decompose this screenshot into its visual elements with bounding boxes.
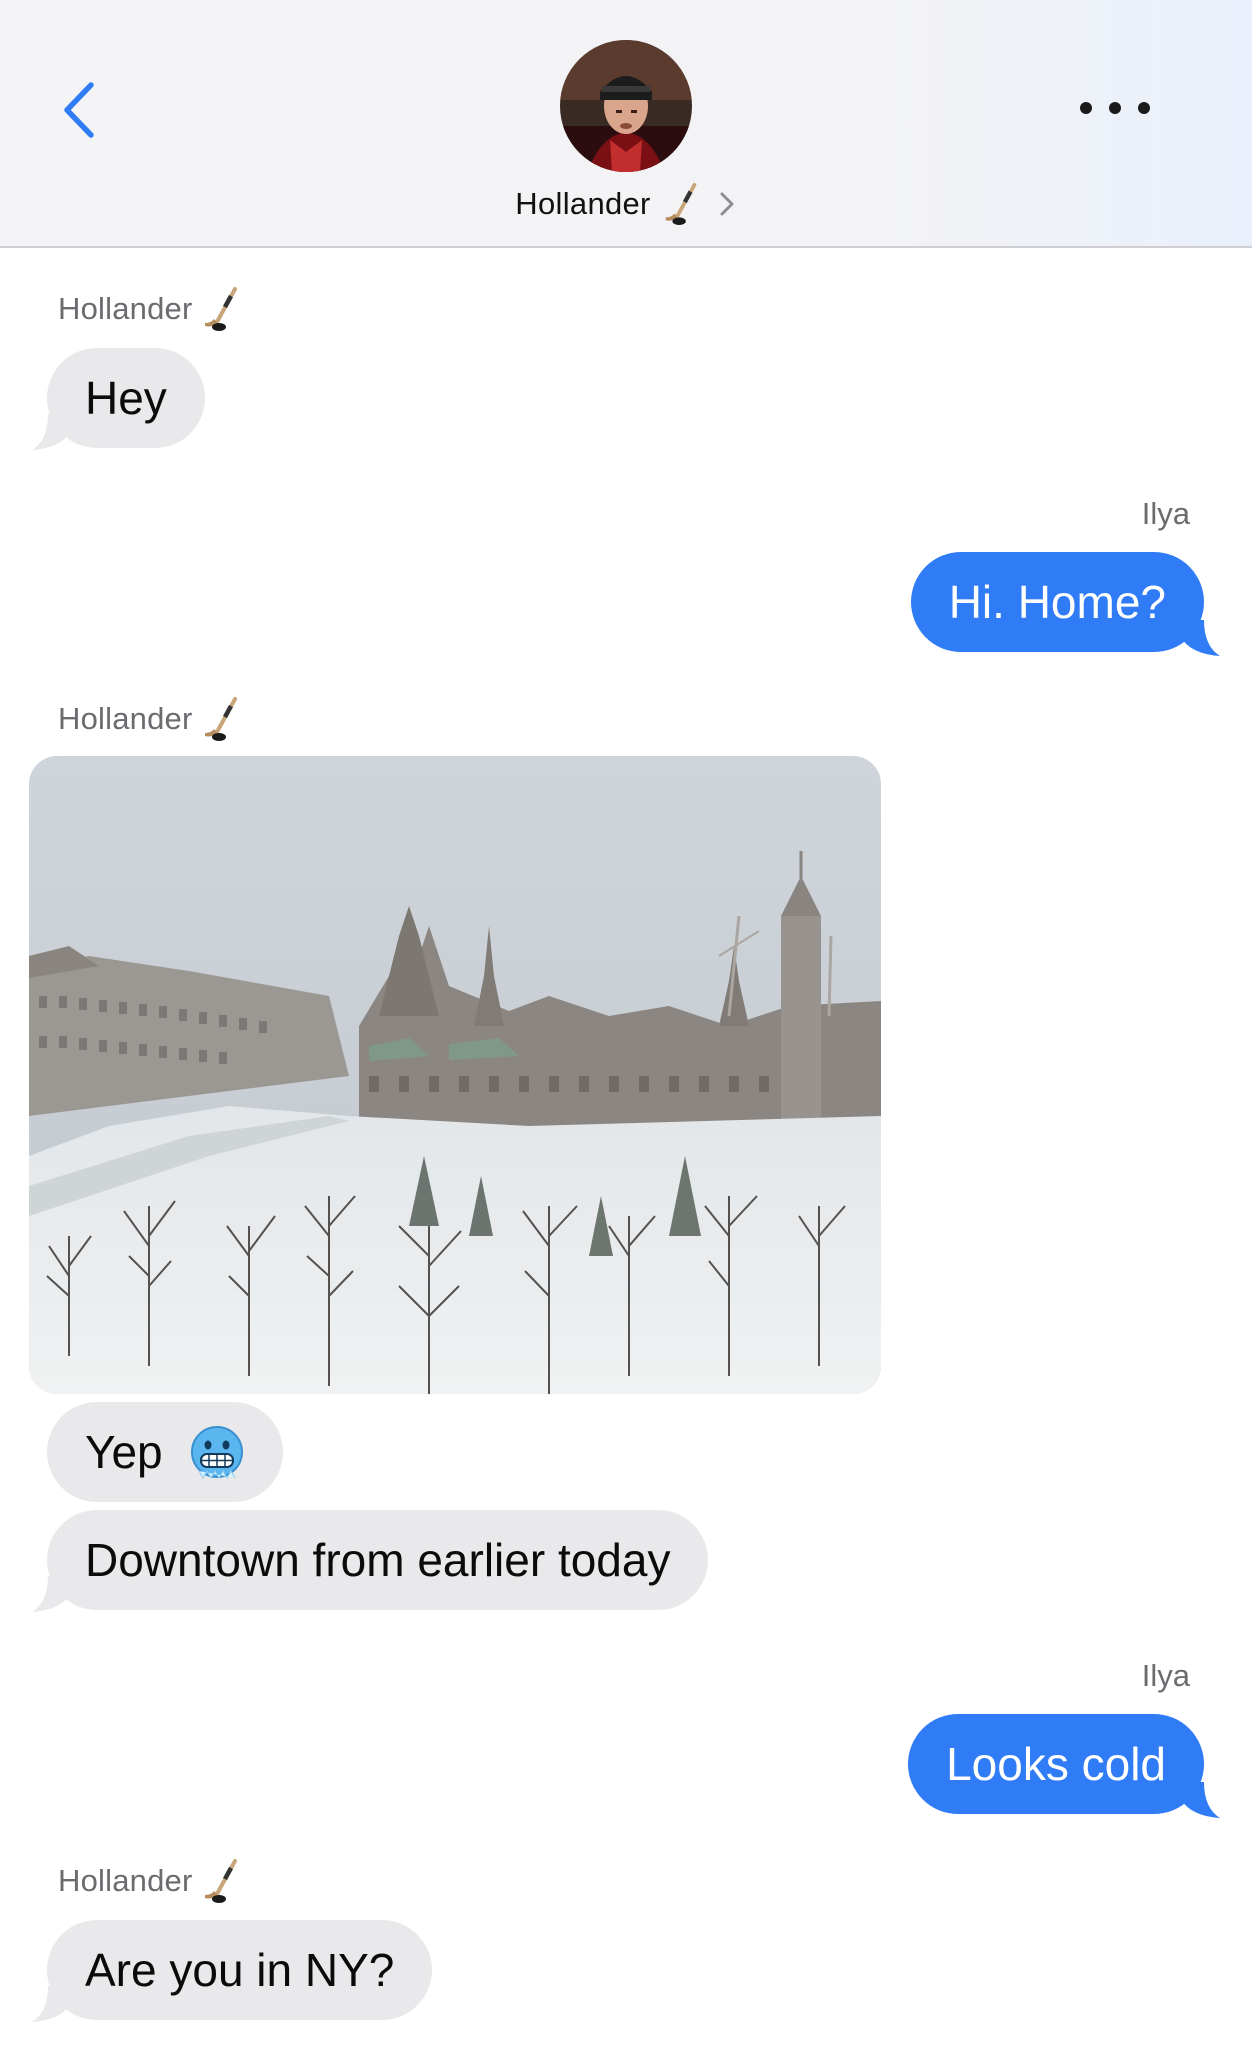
chevron-left-icon xyxy=(64,82,94,138)
sender-label: Hollander xyxy=(58,1858,241,1904)
contact-name-row[interactable]: Hollander xyxy=(0,182,1252,226)
back-button[interactable] xyxy=(48,70,108,150)
hockey-stick-icon xyxy=(661,182,701,226)
sender-label: Ilya xyxy=(1141,496,1190,531)
message-bubble-incoming[interactable]: Hey xyxy=(47,348,205,448)
hockey-stick-icon xyxy=(201,1858,241,1904)
conversation-header: Hollander xyxy=(0,0,1252,248)
more-options-button[interactable] xyxy=(1080,90,1150,126)
avatar-photo xyxy=(560,40,692,172)
ellipsis-icon xyxy=(1109,102,1121,114)
message-bubble-incoming[interactable]: Are you in NY? xyxy=(47,1920,433,2020)
message-bubble-outgoing[interactable]: Hi. Home? xyxy=(910,552,1204,652)
ellipsis-icon xyxy=(1080,102,1092,114)
hockey-stick-icon xyxy=(201,696,241,742)
sender-label: Hollander xyxy=(58,286,241,332)
ellipsis-icon xyxy=(1138,102,1150,114)
contact-avatar[interactable] xyxy=(560,40,692,172)
contact-name: Hollander xyxy=(515,186,651,221)
message-bubble-incoming[interactable]: Downtown from earlier today xyxy=(47,1510,709,1610)
chevron-right-icon xyxy=(720,192,734,216)
sender-label: Hollander xyxy=(58,696,241,742)
message-bubble-outgoing[interactable]: Looks cold xyxy=(908,1714,1204,1814)
snowy-parliament-photo xyxy=(29,756,881,1394)
sender-label: Ilya xyxy=(1141,1658,1190,1693)
photo-attachment[interactable] xyxy=(29,756,881,1394)
cold-face-icon xyxy=(191,1425,244,1479)
hockey-stick-icon xyxy=(201,286,241,332)
message-bubble-incoming[interactable]: Yep xyxy=(47,1402,284,1502)
